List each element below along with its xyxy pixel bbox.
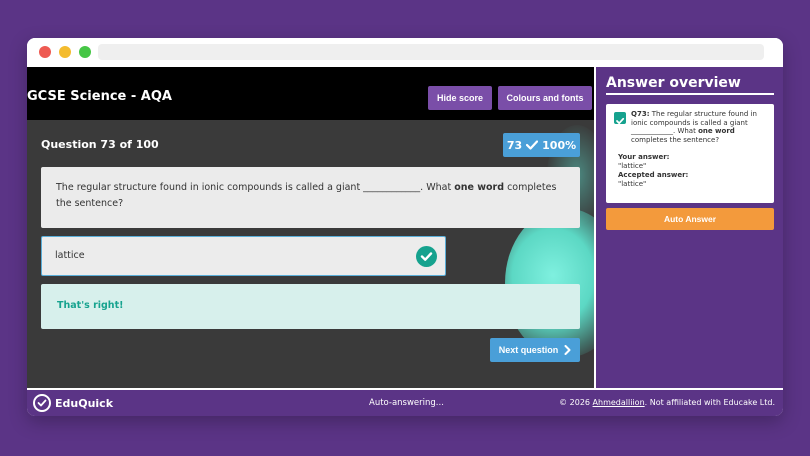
- credit-suffix: . Not affiliated with Educake Ltd.: [644, 398, 775, 407]
- next-question-button[interactable]: Next question: [490, 338, 580, 362]
- checkmark-icon: [526, 140, 539, 150]
- question-emphasis: one word: [454, 182, 505, 193]
- footer: EduQuick Auto-answering... © 2026 Ahmeda…: [27, 388, 783, 416]
- question-counter: Question 73 of 100: [41, 138, 159, 151]
- panel-title: Answer overview: [606, 75, 741, 91]
- score-count: 73: [506, 138, 523, 152]
- overview-check-icon: [614, 112, 626, 125]
- accepted-answer-label: Accepted answer:: [618, 171, 689, 179]
- browser-window: GCSE Science - AQA Hide score Colours an…: [27, 38, 783, 416]
- course-title: GCSE Science - AQA: [27, 89, 172, 104]
- close-window-icon[interactable]: [39, 46, 51, 58]
- answer-input[interactable]: lattice: [41, 236, 446, 276]
- correct-check-icon: [416, 246, 437, 267]
- accepted-answer-value: "lattice": [618, 180, 647, 188]
- answer-overview-panel: Answer overview Q73: The regular structu…: [594, 67, 783, 388]
- author-link[interactable]: Ahmedalliion: [593, 398, 645, 407]
- auto-answer-button[interactable]: Auto Answer: [606, 208, 774, 230]
- overview-question-text-end: completes the sentence?: [631, 135, 720, 144]
- hide-score-button[interactable]: Hide score: [428, 86, 492, 110]
- quiz-body: Question 73 of 100 73 100% The regular s…: [27, 120, 594, 388]
- overview-question-text: The regular structure found in ionic com…: [631, 110, 757, 135]
- minimize-window-icon[interactable]: [59, 46, 71, 58]
- maximize-window-icon[interactable]: [79, 46, 91, 58]
- app-area: GCSE Science - AQA Hide score Colours an…: [27, 67, 783, 416]
- quiz-header: GCSE Science - AQA Hide score Colours an…: [27, 67, 594, 120]
- question-text: The regular structure found in ionic com…: [56, 182, 455, 193]
- question-card: The regular structure found in ionic com…: [41, 167, 580, 228]
- feedback-text: That's right!: [57, 300, 124, 311]
- chevron-right-icon: [564, 345, 571, 355]
- overview-question: Q73: The regular structure found in ioni…: [631, 110, 767, 144]
- window-titlebar: [27, 38, 783, 67]
- overview-card: Q73: The regular structure found in ioni…: [606, 104, 774, 203]
- score-badge: 73 100%: [503, 133, 580, 157]
- check-circle-logo-icon: [33, 394, 51, 412]
- next-question-label: Next question: [498, 345, 559, 355]
- overview-question-emphasis: one word: [698, 127, 735, 135]
- brand-name: EduQuick: [55, 396, 114, 410]
- credit-prefix: © 2026: [559, 398, 593, 407]
- score-percent: 100%: [542, 138, 577, 152]
- your-answer-value: "lattice": [618, 162, 647, 170]
- status-text: Auto-answering...: [369, 398, 444, 408]
- background-decoration-blob: [505, 208, 594, 358]
- panel-divider: [606, 93, 774, 95]
- brand-logo: EduQuick: [33, 394, 113, 412]
- colours-and-fonts-button[interactable]: Colours and fonts: [498, 86, 592, 110]
- feedback-banner: That's right!: [41, 284, 580, 329]
- overview-question-number: Q73:: [631, 110, 650, 118]
- your-answer-label: Your answer:: [618, 153, 670, 161]
- credit-text: © 2026 Ahmedalliion. Not affiliated with…: [559, 398, 775, 407]
- address-bar[interactable]: [98, 44, 764, 60]
- quiz-area: GCSE Science - AQA Hide score Colours an…: [27, 67, 594, 388]
- answer-value: lattice: [55, 250, 85, 261]
